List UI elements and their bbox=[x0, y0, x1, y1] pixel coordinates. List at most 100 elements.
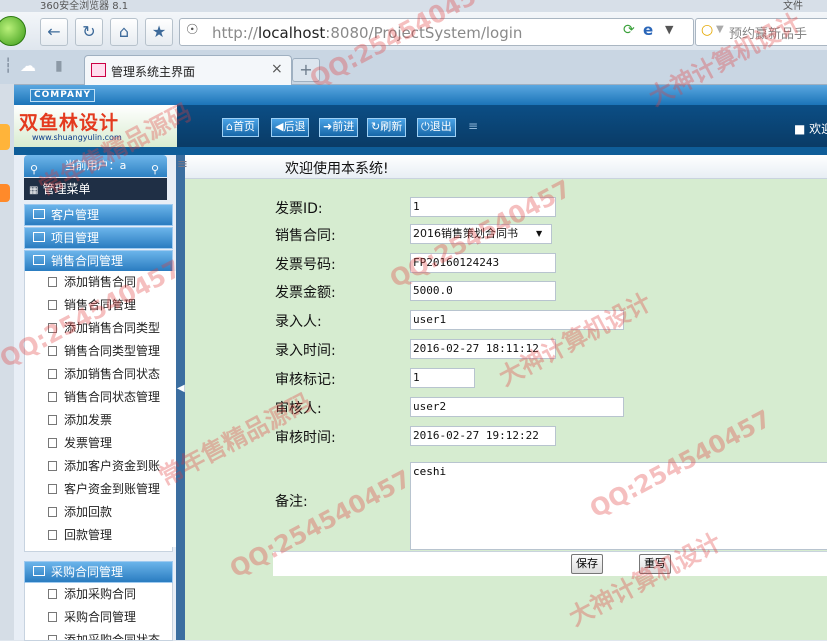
sidebar-item-contract-type-manage[interactable]: 销售合同类型管理 bbox=[35, 340, 182, 363]
favorite-button[interactable]: ★ bbox=[145, 18, 173, 46]
sidebar-group-sales-contract[interactable]: 销售合同管理 bbox=[24, 250, 173, 272]
sidebar-item-purchase-contract-manage[interactable]: 采购合同管理 bbox=[35, 606, 172, 629]
sidebar-item-sales-contract-manage[interactable]: 销售合同管理 bbox=[35, 294, 182, 317]
group-label: 客户管理 bbox=[51, 208, 100, 222]
sidebar-item-add-payment[interactable]: 添加回款 bbox=[35, 501, 182, 524]
main-content: ≡ 欢迎使用本系统! 发票ID: 1 销售合同: 2016销售策划合同书 ▼ 发… bbox=[177, 155, 827, 640]
sidebar-group-project[interactable]: 项目管理 bbox=[24, 227, 173, 249]
chevron-down-icon[interactable]: ▼ bbox=[665, 23, 673, 36]
menu-logout-label: 退出 bbox=[429, 120, 452, 133]
menu-home-label: 首页 bbox=[232, 120, 255, 133]
tool-panel-icon[interactable] bbox=[0, 184, 10, 202]
menu-logout-button[interactable]: ⏻退出 bbox=[417, 118, 456, 137]
doc-icon bbox=[48, 346, 57, 356]
item-label: 销售合同管理 bbox=[64, 298, 137, 312]
tab-strip: ┆ ☁ ▮ 管理系统主界面 × + bbox=[0, 50, 827, 85]
sidebar-item-add-contract-status[interactable]: 添加销售合同状态 bbox=[35, 363, 182, 386]
purchase-submenu: 添加采购合同 采购合同管理 添加采购合同状态 bbox=[24, 583, 173, 641]
menu-home-button[interactable]: ⌂首页 bbox=[222, 118, 259, 137]
save-button[interactable]: 保存 bbox=[571, 554, 603, 574]
form-button-bar: 保存 重写 bbox=[273, 551, 827, 576]
sales-contract-label: 销售合同: bbox=[275, 228, 336, 244]
menu-forward-label: 前进 bbox=[332, 120, 355, 133]
browser-sidepanel bbox=[0, 84, 14, 640]
audit-time-field[interactable]: 2016-02-27 19:12:22 bbox=[410, 426, 556, 446]
sidebar-collapse-bar[interactable]: ◀ bbox=[176, 155, 185, 640]
audit-time-label: 审核时间: bbox=[275, 430, 336, 446]
menu-lines-icon: ≡ bbox=[177, 157, 188, 172]
search-engine-icon: ○ bbox=[701, 22, 714, 38]
reload-button[interactable]: ↻ bbox=[75, 18, 103, 46]
brand-name: 双鱼林设计 bbox=[19, 112, 120, 134]
favorites-panel-icon[interactable] bbox=[0, 124, 10, 150]
menu-refresh-button[interactable]: ↻刷新 bbox=[367, 118, 407, 137]
invoice-no-field[interactable]: FP20160124243 bbox=[410, 253, 556, 273]
menu-back-button[interactable]: ◀后退 bbox=[271, 118, 310, 137]
close-icon[interactable]: × bbox=[271, 61, 283, 77]
company-label: COMPANY bbox=[30, 89, 95, 102]
sidebar-group-customer[interactable]: 客户管理 bbox=[24, 204, 173, 226]
main-header: ≡ 欢迎使用本系统! bbox=[177, 155, 827, 179]
browser-logo-icon[interactable] bbox=[0, 16, 26, 46]
sidebar-item-add-contract-type[interactable]: 添加销售合同类型 bbox=[35, 317, 182, 340]
sidebar-item-add-customer-funds[interactable]: 添加客户资金到账 bbox=[35, 455, 182, 478]
address-text[interactable]: http://localhost:8080/ProjectSystem/logi… bbox=[212, 24, 522, 42]
current-user-panel: ⚲ 当前用户：a ⚲ bbox=[24, 155, 167, 177]
page-title: 欢迎使用本系统! bbox=[285, 161, 389, 177]
item-label: 销售合同类型管理 bbox=[64, 344, 161, 358]
refresh-icon: ↻ bbox=[371, 120, 381, 133]
speedup-icon[interactable]: ⟳ bbox=[623, 22, 635, 38]
doc-icon bbox=[48, 392, 57, 402]
power-icon: ⏻ bbox=[421, 120, 430, 133]
sidebar-toggle-icon[interactable]: ┆ bbox=[4, 58, 12, 74]
doc-icon bbox=[48, 438, 57, 448]
menu-title: ▦ 管理菜单 bbox=[24, 178, 167, 200]
search-box[interactable]: ○ ▼ 预约赢新品手 bbox=[695, 18, 827, 46]
sales-contract-selected: 2016销售策划合同书 bbox=[413, 227, 518, 240]
back-button[interactable]: ← bbox=[40, 18, 68, 46]
remark-label: 备注: bbox=[275, 494, 308, 510]
tab-active[interactable]: 管理系统主界面 × bbox=[84, 55, 292, 85]
sidebar-item-payment-manage[interactable]: 回款管理 bbox=[35, 524, 182, 547]
doc-icon bbox=[48, 530, 57, 540]
current-user-label: 当前用户：a bbox=[64, 159, 127, 172]
doc-icon bbox=[48, 589, 57, 599]
brand-logo: 双鱼林设计 www.shuangyulin.com bbox=[14, 105, 177, 147]
url-host: localhost bbox=[257, 24, 326, 42]
item-label: 添加销售合同状态 bbox=[64, 367, 161, 381]
amount-field[interactable]: 5000.0 bbox=[410, 281, 556, 301]
audit-flag-field[interactable]: 1 bbox=[410, 368, 475, 388]
sales-submenu: 添加销售合同 销售合同管理 添加销售合同类型 销售合同类型管理 添加销售合同状态… bbox=[24, 271, 182, 552]
sidebar-item-add-invoice[interactable]: 添加发票 bbox=[35, 409, 182, 432]
arrow-left-icon: ← bbox=[47, 22, 61, 41]
phone-icon[interactable]: ▮ bbox=[55, 58, 63, 74]
menu-forward-button[interactable]: ➜前进 bbox=[319, 118, 359, 137]
invoice-id-field[interactable]: 1 bbox=[410, 197, 556, 217]
amount-label: 发票金额: bbox=[275, 285, 336, 301]
search-placeholder: 预约赢新品手 bbox=[729, 27, 808, 42]
ie-mode-icon[interactable]: e bbox=[643, 21, 653, 39]
sidebar-item-add-sales-contract[interactable]: 添加销售合同 bbox=[35, 271, 182, 294]
window-menu-file[interactable]: 文件 bbox=[783, 0, 803, 12]
group-label: 项目管理 bbox=[51, 231, 100, 245]
sidebar-item-contract-status-manage[interactable]: 销售合同状态管理 bbox=[35, 386, 182, 409]
arrow-right-icon: ➜ bbox=[323, 120, 333, 133]
sidebar-item-customer-funds-manage[interactable]: 客户资金到账管理 bbox=[35, 478, 182, 501]
entered-by-field[interactable]: user1 bbox=[410, 310, 624, 330]
auditor-field[interactable]: user2 bbox=[410, 397, 624, 417]
home-button[interactable]: ⌂ bbox=[110, 18, 138, 46]
sidebar-item-invoice-manage[interactable]: 发票管理 bbox=[35, 432, 182, 455]
sidebar-item-add-purchase-status[interactable]: 添加采购合同状态 bbox=[35, 629, 172, 640]
remark-textarea[interactable]: ceshi bbox=[410, 462, 827, 550]
sidebar-group-purchase-contract[interactable]: 采购合同管理 bbox=[24, 561, 173, 583]
cloud-icon[interactable]: ☁ bbox=[20, 56, 36, 75]
sidebar-item-add-purchase-contract[interactable]: 添加采购合同 bbox=[35, 583, 172, 606]
address-bar[interactable]: ☉ http://localhost:8080/ProjectSystem/lo… bbox=[179, 18, 694, 46]
top-menubar: ⌂首页 ◀后退 ➜前进 ↻刷新 ⏻退出 ≡ ■ 欢迎 bbox=[177, 105, 827, 147]
entry-time-field[interactable]: 2016-02-27 18:11:12 bbox=[410, 339, 556, 359]
new-tab-button[interactable]: + bbox=[292, 58, 320, 82]
home-icon: ⌂ bbox=[118, 22, 130, 41]
reset-button[interactable]: 重写 bbox=[639, 554, 671, 574]
item-label: 添加回款 bbox=[64, 505, 113, 519]
sales-contract-select[interactable]: 2016销售策划合同书 ▼ bbox=[410, 224, 552, 244]
